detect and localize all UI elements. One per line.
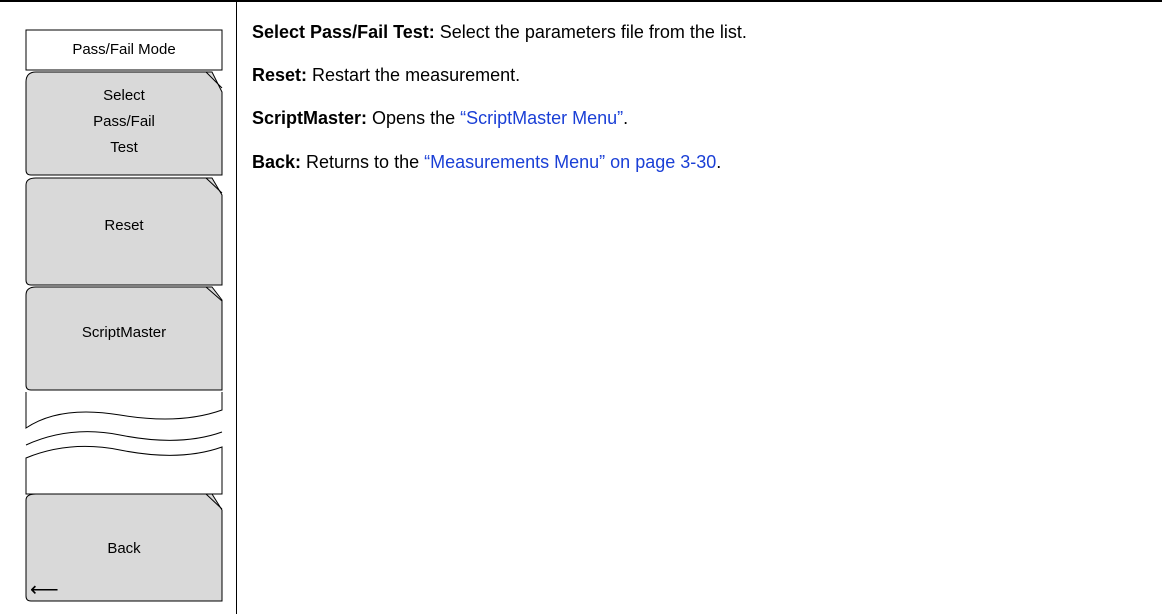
term: Reset: <box>252 65 308 85</box>
back-arrow-icon: ⟵ <box>30 579 59 601</box>
back-button[interactable]: Back <box>26 536 222 562</box>
select-label-line-1: Select <box>103 87 145 104</box>
select-label-line-2: Pass/Fail <box>93 113 155 130</box>
description-scriptmaster: ScriptMaster: Opens the “ScriptMaster Me… <box>252 106 1132 130</box>
text: Restart the measurement. <box>307 65 521 85</box>
text: Opens the <box>367 108 461 128</box>
menu-title: Pass/Fail Mode <box>72 41 176 58</box>
select-pass-fail-test-button[interactable]: Select Pass/Fail Test <box>26 83 222 161</box>
description-select: Select Pass/Fail Test: Select the parame… <box>252 20 1132 44</box>
scriptmaster-menu-link[interactable]: “ScriptMaster Menu” <box>460 108 623 128</box>
scriptmaster-button[interactable]: ScriptMaster <box>26 320 222 346</box>
break-bottom <box>25 445 223 495</box>
reset-button[interactable]: Reset <box>26 213 222 239</box>
text: Select the parameters file from the list… <box>434 22 747 42</box>
text-after: . <box>623 108 629 128</box>
break-top <box>25 392 223 429</box>
measurements-menu-link[interactable]: “Measurements Menu” on page 3-30 <box>424 152 716 172</box>
term: ScriptMaster: <box>252 108 368 128</box>
description-reset: Reset: Restart the measurement. <box>252 63 1132 87</box>
text: Returns to the <box>301 152 425 172</box>
term: Select Pass/Fail Test: <box>252 22 435 42</box>
text-after: . <box>716 152 722 172</box>
description-back: Back: Returns to the “Measurements Menu”… <box>252 150 1132 174</box>
term: Back: <box>252 152 302 172</box>
select-label-line-3: Test <box>110 139 138 156</box>
break-line <box>25 431 223 446</box>
